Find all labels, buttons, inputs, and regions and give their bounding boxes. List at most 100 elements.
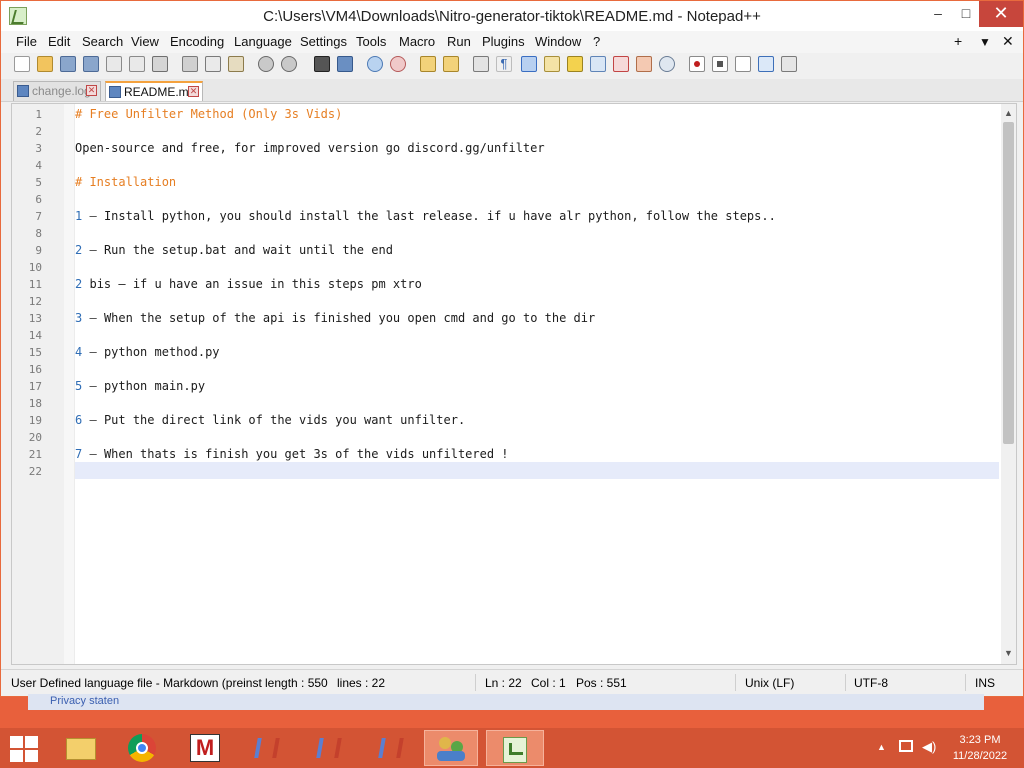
status-eol[interactable]: Unix (LF) bbox=[745, 676, 794, 690]
replace-icon[interactable] bbox=[337, 56, 353, 72]
zoom-out-icon[interactable] bbox=[390, 56, 406, 72]
new-file-icon[interactable] bbox=[14, 56, 30, 72]
volume-icon[interactable]: ◀) bbox=[922, 739, 936, 755]
record-macro-icon[interactable] bbox=[689, 56, 705, 72]
line-number: 13 bbox=[28, 312, 42, 325]
step-text: python main.py bbox=[103, 379, 206, 393]
function-list-icon[interactable] bbox=[613, 56, 629, 72]
word-wrap-icon[interactable] bbox=[473, 56, 489, 72]
status-separator bbox=[735, 674, 736, 691]
undo-icon[interactable] bbox=[258, 56, 274, 72]
sync-horizontal-icon[interactable] bbox=[443, 56, 459, 72]
status-lines: lines : 22 bbox=[337, 676, 386, 690]
open-file-icon[interactable] bbox=[37, 56, 53, 72]
tray-expand-icon[interactable]: ▲ bbox=[877, 742, 886, 752]
step-number: 2 bbox=[75, 277, 83, 291]
save-all-icon[interactable] bbox=[83, 56, 99, 72]
copy-icon[interactable] bbox=[205, 56, 221, 72]
tab-label: README.md bbox=[124, 85, 196, 99]
show-all-characters-icon[interactable]: ¶ bbox=[496, 56, 512, 72]
cut-icon[interactable] bbox=[182, 56, 198, 72]
tab-list-dropdown[interactable]: ▼ bbox=[979, 35, 991, 49]
background-window-text: Privacy staten bbox=[50, 695, 120, 707]
step-text: Install python, you should install the l… bbox=[103, 209, 776, 223]
menu-window[interactable]: Window bbox=[535, 34, 581, 49]
scroll-up-icon[interactable]: ▲ bbox=[1003, 108, 1014, 120]
app-shortcut-icon[interactable] bbox=[366, 730, 416, 766]
menu-language[interactable]: Language bbox=[234, 34, 292, 49]
vertical-scrollbar[interactable]: ▲ ▼ bbox=[1001, 104, 1016, 664]
tab-readme[interactable]: README.md ✕ bbox=[105, 81, 203, 101]
step-number: 7 bbox=[75, 447, 83, 461]
menu-encoding[interactable]: Encoding bbox=[170, 34, 224, 49]
close-button[interactable]: ✕ bbox=[979, 1, 1023, 27]
user-defined-language-icon[interactable] bbox=[544, 56, 560, 72]
run-macro-multiple-icon[interactable] bbox=[758, 56, 774, 72]
sync-vertical-icon[interactable] bbox=[420, 56, 436, 72]
title-bar[interactable]: C:\Users\VM4\Downloads\Nitro-generator-t… bbox=[1, 1, 1023, 31]
clock-date[interactable]: 11/28/2022 bbox=[940, 750, 1020, 762]
menu-tools[interactable]: Tools bbox=[356, 34, 386, 49]
editor-area[interactable]: 1 2 3 4 5 6 7 8 9 10 11 12 13 14 15 16 1… bbox=[11, 103, 1017, 665]
playback-macro-icon[interactable] bbox=[735, 56, 751, 72]
new-tab-plus-button[interactable]: + bbox=[954, 33, 962, 49]
find-icon[interactable] bbox=[314, 56, 330, 72]
malwarebytes-icon[interactable]: M bbox=[180, 730, 230, 766]
network-icon[interactable] bbox=[899, 740, 913, 752]
line-number: 10 bbox=[28, 261, 42, 274]
menu-macro[interactable]: Macro bbox=[399, 34, 435, 49]
scroll-down-icon[interactable]: ▼ bbox=[1003, 648, 1014, 660]
background-window-strip: Privacy staten bbox=[28, 694, 984, 710]
windows-start-icon[interactable] bbox=[8, 734, 38, 762]
folder-workspace-icon[interactable] bbox=[636, 56, 652, 72]
save-macro-icon[interactable] bbox=[781, 56, 797, 72]
close-file-icon[interactable] bbox=[106, 56, 122, 72]
line-number: 21 bbox=[28, 448, 42, 461]
menu-plugins[interactable]: Plugins bbox=[482, 34, 525, 49]
monitoring-eye-icon[interactable] bbox=[659, 56, 675, 72]
redo-icon[interactable] bbox=[281, 56, 297, 72]
tab-change-log[interactable]: change.log ✕ bbox=[13, 81, 101, 101]
step-text: When the setup of the api is finished yo… bbox=[103, 311, 596, 325]
menu-help[interactable]: ? bbox=[593, 34, 600, 49]
tab-close-icon[interactable]: ✕ bbox=[188, 86, 199, 97]
menu-bar: File Edit Search View Encoding Language … bbox=[1, 31, 1023, 53]
paste-icon[interactable] bbox=[228, 56, 244, 72]
status-insert-mode: INS bbox=[975, 676, 996, 690]
file-icon bbox=[17, 85, 29, 97]
menu-view[interactable]: View bbox=[131, 34, 159, 49]
step-text: python method.py bbox=[103, 345, 220, 359]
code-line-step: 5 – python main.py bbox=[75, 379, 205, 393]
notepadpp-taskbar-icon[interactable] bbox=[486, 730, 544, 766]
chrome-icon[interactable] bbox=[118, 730, 168, 766]
close-all-icon[interactable] bbox=[129, 56, 145, 72]
tab-close-icon[interactable]: ✕ bbox=[86, 85, 97, 96]
save-icon[interactable] bbox=[60, 56, 76, 72]
document-list-icon[interactable] bbox=[590, 56, 606, 72]
menu-run[interactable]: Run bbox=[447, 34, 471, 49]
document-map-icon[interactable] bbox=[567, 56, 583, 72]
menu-file[interactable]: File bbox=[16, 34, 37, 49]
zoom-in-icon[interactable] bbox=[367, 56, 383, 72]
app-shortcut-icon[interactable] bbox=[242, 730, 292, 766]
clock-time[interactable]: 3:23 PM bbox=[940, 734, 1020, 746]
list-dash: – bbox=[89, 379, 97, 393]
menu-settings[interactable]: Settings bbox=[300, 34, 347, 49]
menu-search[interactable]: Search bbox=[82, 34, 123, 49]
code-line-step: 2 – Run the setup.bat and wait until the… bbox=[75, 243, 393, 257]
users-app-icon[interactable] bbox=[424, 730, 478, 766]
step-text: bis – if u have an issue in this steps p… bbox=[89, 277, 422, 291]
scrollbar-thumb[interactable] bbox=[1003, 122, 1014, 444]
print-icon[interactable] bbox=[152, 56, 168, 72]
menu-edit[interactable]: Edit bbox=[48, 34, 70, 49]
status-encoding[interactable]: UTF-8 bbox=[854, 676, 888, 690]
line-number: 8 bbox=[35, 227, 42, 240]
app-shortcut-icon[interactable] bbox=[304, 730, 354, 766]
stop-recording-icon[interactable] bbox=[712, 56, 728, 72]
line-number: 5 bbox=[35, 176, 42, 189]
list-dash: – bbox=[89, 345, 97, 359]
close-document-button[interactable]: ✕ bbox=[1002, 33, 1014, 50]
file-explorer-icon[interactable] bbox=[56, 730, 106, 766]
indent-guide-icon[interactable] bbox=[521, 56, 537, 72]
maximize-button[interactable]: □ bbox=[949, 1, 983, 27]
